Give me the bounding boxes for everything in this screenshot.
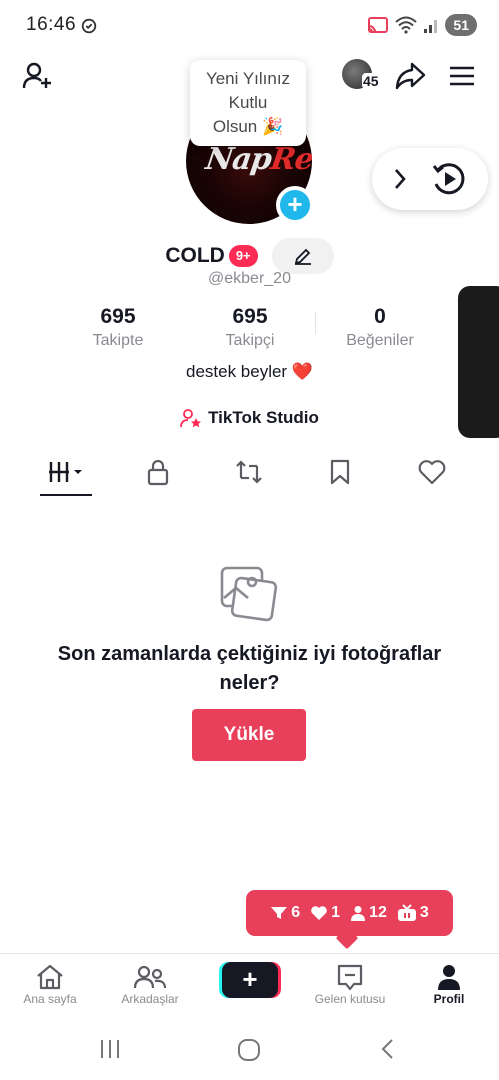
nav-profile[interactable]: Profil (399, 962, 499, 1006)
empty-state-title: Son zamanlarda çektiğiniz iyi fotoğrafla… (57, 643, 442, 694)
lock-icon (147, 459, 169, 486)
activity-new-followers: 6 (270, 904, 300, 922)
upload-button[interactable]: Yükle (192, 709, 306, 761)
recent-apps-icon[interactable] (98, 1037, 122, 1061)
friends-icon (133, 965, 167, 989)
nav-home[interactable]: Ana sayfa (0, 962, 100, 1006)
active-tab-indicator (40, 494, 92, 496)
display-name: COLD (165, 244, 225, 267)
battery-indicator: 51 (445, 14, 477, 36)
tooltip-line: Yeni Yılınız (205, 69, 291, 88)
user-handle: @ekber_20 (208, 270, 291, 287)
studio-label: TikTok Studio (208, 408, 319, 427)
nav-inbox[interactable]: Gelen kutusu (300, 962, 400, 1006)
create-button[interactable]: + (222, 962, 278, 998)
activity-followers: 12 (350, 904, 387, 922)
status-indicators: 51 (367, 14, 477, 36)
tab-liked[interactable] (402, 452, 462, 492)
tooltip-line: Olsun 🎉 (212, 117, 284, 136)
stat-following[interactable]: 695 Takipte (48, 305, 188, 350)
replay-play-icon[interactable] (430, 160, 468, 198)
stat-label: Takipte (92, 332, 144, 349)
system-nav-bar (0, 1021, 499, 1080)
filter-icon (271, 907, 288, 919)
stat-likes[interactable]: 0 Beğeniler (310, 305, 450, 350)
back-icon[interactable] (378, 1037, 398, 1061)
content-tabs (0, 452, 499, 498)
activity-count: 3 (419, 904, 429, 921)
nav-friends[interactable]: Arkadaşlar (100, 962, 200, 1006)
profile-icon (438, 965, 460, 990)
home-button-icon[interactable] (236, 1037, 262, 1063)
share-icon (395, 62, 426, 90)
tab-reposts[interactable] (219, 452, 279, 492)
nav-label: Ana sayfa (23, 992, 77, 1006)
repost-icon (236, 460, 262, 484)
tab-private[interactable] (128, 452, 188, 492)
edit-profile-button[interactable] (271, 238, 334, 274)
tiktok-studio-link[interactable]: TikTok Studio (0, 408, 499, 428)
bio-text: destek beyler ❤️ (185, 362, 313, 381)
stat-value: 695 (100, 305, 136, 328)
activity-summary-bubble[interactable]: 6 1 12 3 (246, 890, 453, 936)
username-row: COLD 9+ (0, 238, 499, 274)
bookmark-icon (330, 459, 350, 485)
activity-count: 1 (331, 904, 341, 921)
nav-label: Profil (433, 992, 465, 1006)
activity-count: 6 (291, 904, 301, 921)
add-friend-button[interactable] (20, 58, 56, 94)
add-story-button[interactable]: + (276, 186, 314, 224)
inbox-icon (337, 964, 363, 991)
chevron-right-icon[interactable] (392, 167, 408, 191)
stat-label: Beğeniler (346, 332, 414, 349)
tv-icon (397, 904, 416, 921)
heart-icon (418, 460, 446, 485)
heart-filled-icon (311, 906, 327, 920)
nav-label: Arkadaşlar (121, 992, 179, 1006)
home-icon (37, 964, 63, 990)
nav-label: Gelen kutusu (314, 992, 386, 1006)
stat-value: 695 (232, 305, 268, 328)
studio-icon (180, 409, 202, 428)
stat-followers[interactable]: 695 Takipçi (180, 305, 320, 350)
notification-badge[interactable]: 9+ (228, 245, 258, 267)
tab-favorites[interactable] (310, 452, 370, 492)
new-year-tooltip: Yeni Yılınız Kutlu Olsun 🎉 (190, 60, 306, 146)
menu-button[interactable] (444, 58, 480, 94)
sync-icon (81, 18, 97, 34)
profile-visitors-button[interactable]: 45 (340, 58, 380, 94)
share-button[interactable] (392, 58, 428, 94)
cast-icon (368, 17, 389, 33)
status-time: 16:46 (26, 14, 77, 35)
wifi-icon (395, 16, 418, 34)
grid-icon (49, 462, 82, 482)
signal-icon (424, 20, 438, 33)
stat-value: 0 (374, 305, 386, 328)
activity-likes: 1 (310, 904, 340, 922)
pencil-icon (294, 248, 311, 265)
tooltip-line: Kutlu (228, 93, 268, 112)
stat-label: Takipçi (225, 332, 275, 349)
activity-live: 3 (397, 904, 429, 922)
activity-count: 12 (369, 904, 387, 921)
visitor-count: 45 (362, 73, 380, 89)
hamburger-icon (450, 66, 474, 86)
tab-videos[interactable] (36, 452, 96, 492)
add-user-icon (22, 62, 51, 89)
avatar-logo: NapRed (203, 142, 312, 177)
photos-icon (220, 566, 278, 622)
floating-widget[interactable] (372, 148, 488, 210)
person-icon (351, 906, 366, 921)
